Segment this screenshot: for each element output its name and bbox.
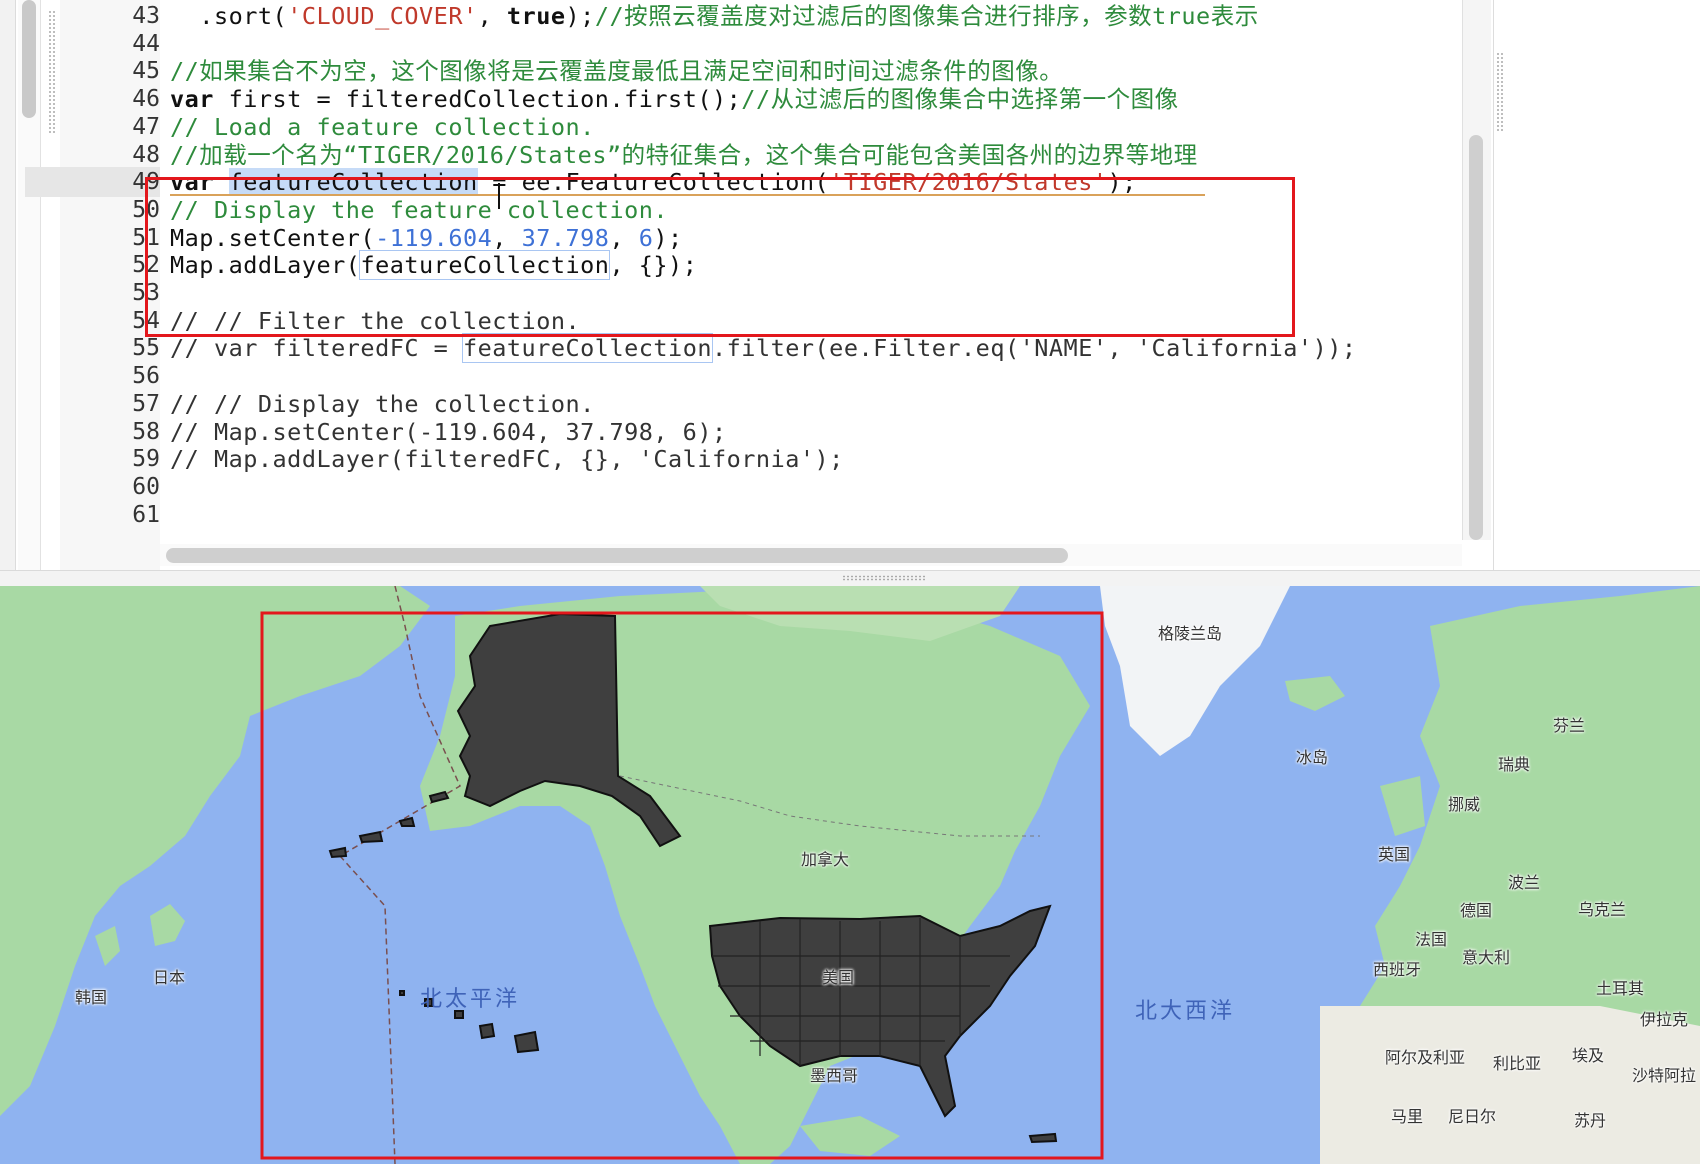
code-line[interactable]: //加载一个名为“TIGER/2016/States”的特征集合，这个集合可能包… (170, 140, 1198, 170)
map-label-niger: 尼日尔 (1448, 1107, 1497, 1126)
map-label-greenland: 格陵兰岛 (1158, 624, 1223, 643)
code-token: //加载一个名为“TIGER/2016/States”的特征集合，这个集合可能包… (170, 140, 1198, 169)
code-token: // Load a feature collection. (170, 112, 595, 141)
line-number: 45 (132, 58, 160, 85)
line-number: 56 (132, 363, 160, 390)
line-number: 44 (132, 30, 160, 57)
code-token: //按照云覆盖度对过滤后的图像集合进行排序，参数true表示 (594, 2, 1259, 30)
panel-resize-grip-right[interactable] (1496, 52, 1505, 132)
map-label-italy: 意大利 (1462, 948, 1511, 967)
right-panel-divider (1493, 0, 1494, 570)
code-token: // var filteredFC = (170, 334, 463, 363)
map-label-spain: 西班牙 (1373, 960, 1422, 979)
line-number: 52 (132, 252, 160, 279)
horizontal-scrollbar-thumb[interactable] (166, 548, 1068, 563)
code-line[interactable]: // var filteredFC = featureCollection.fi… (170, 333, 1357, 364)
code-line[interactable]: var first = filteredCollection.first();/… (170, 84, 1179, 114)
code-line[interactable]: // // Display the collection. (170, 389, 595, 419)
line-number: 48 (132, 141, 160, 168)
line-number: 53 (132, 280, 160, 306)
code-line[interactable]: // Map.setCenter(-119.604, 37.798, 6); (170, 417, 727, 447)
map-label-mexico: 墨西哥 (810, 1066, 859, 1085)
map-label-saudi-arabia: 沙特阿拉 (1632, 1066, 1697, 1085)
splitter-grip[interactable] (842, 575, 926, 581)
map-view[interactable]: 格陵兰岛 冰岛 芬兰 瑞典 挪威 英国 波兰 德国 乌克兰 法国 意大利 西班牙… (0, 586, 1700, 1164)
map-label-uk: 英国 (1378, 845, 1411, 864)
map-label-sweden: 瑞典 (1498, 755, 1531, 774)
code-line[interactable]: //如果集合不为空，这个图像将是云覆盖度最低且满足空间和时间过滤条件的图像。 (170, 56, 1063, 86)
map-label-north-atlantic: 北大西洋 (1135, 999, 1236, 1024)
map-label-turkey: 土耳其 (1596, 979, 1645, 998)
line-number: 59 (132, 446, 160, 473)
code-highlight-box (145, 177, 1295, 337)
map-label-north-pacific: 北太平洋 (420, 987, 521, 1012)
code-token: var (170, 85, 214, 114)
map-label-usa: 美国 (822, 968, 855, 987)
code-line[interactable]: // Map.addLayer(filteredFC, {}, 'Califor… (170, 444, 844, 474)
code-token: // // Display the collection. (170, 389, 595, 418)
left-panel-edge (0, 0, 16, 570)
map-label-algeria: 阿尔及利亚 (1385, 1048, 1466, 1067)
map-label-poland: 波兰 (1508, 873, 1541, 892)
code-token: first = filteredCollection.first(); (213, 85, 742, 114)
code-token: // Map.addLayer(filteredFC, {}, 'Califor… (170, 445, 844, 474)
code-token: .sort( (170, 2, 288, 30)
line-number: 46 (132, 86, 160, 113)
map-label-sudan: 苏丹 (1574, 1111, 1607, 1130)
map-label-japan: 日本 (153, 968, 186, 987)
map-label-france: 法国 (1415, 930, 1448, 949)
line-number: 51 (132, 224, 160, 251)
line-number: 57 (132, 390, 160, 417)
map-label-norway: 挪威 (1448, 795, 1481, 814)
map-label-germany: 德国 (1460, 901, 1493, 920)
line-number: 43 (132, 3, 160, 29)
map-label-mali: 马里 (1391, 1107, 1424, 1126)
code-token: .filter(ee.Filter.eq('NAME', 'California… (712, 334, 1357, 363)
code-token: //从过滤后的图像集合中选择第一个图像 (741, 85, 1179, 114)
line-number: 61 (132, 501, 160, 528)
line-number: 58 (132, 418, 160, 445)
line-number: 47 (132, 113, 160, 140)
code-token: // Map.setCenter(-119.604, 37.798, 6); (170, 417, 727, 446)
map-label-ukraine: 乌克兰 (1578, 900, 1627, 919)
map-label-egypt: 埃及 (1572, 1046, 1605, 1065)
line-number: 55 (132, 335, 160, 362)
puerto-rico-shape (1028, 1132, 1058, 1144)
map-label-korea: 韩国 (75, 988, 108, 1007)
line-number: 49 (25, 167, 160, 198)
code-token: , (477, 2, 507, 30)
code-line[interactable]: .sort('CLOUD_COVER', true);//按照云覆盖度对过滤后的… (170, 1, 1259, 31)
line-number: 60 (132, 473, 160, 500)
code-token: featureCollection (461, 333, 714, 364)
map-label-libya: 利比亚 (1493, 1054, 1542, 1073)
code-editor[interactable]: 43 44 45 46 47 48 49 50 51 52 53 54 55 56 57 58 59 60 61 .… (0, 0, 1700, 570)
code-token: 'CLOUD_COVER' (287, 2, 478, 30)
map-label-canada: 加拿大 (801, 850, 850, 869)
line-number: 54 (132, 307, 160, 334)
line-number: 50 (132, 196, 160, 223)
code-token: ); (565, 2, 595, 30)
vertical-scrollbar-thumb[interactable] (1469, 135, 1483, 540)
map-label-finland: 芬兰 (1553, 716, 1586, 735)
code-token: true (506, 2, 566, 30)
map-label-iraq: 伊拉克 (1640, 1010, 1689, 1029)
code-token: //如果集合不为空，这个图像将是云覆盖度最低且满足空间和时间过滤条件的图像。 (170, 57, 1064, 86)
code-line[interactable]: // Load a feature collection. (170, 112, 595, 142)
map-label-iceland: 冰岛 (1296, 748, 1329, 767)
